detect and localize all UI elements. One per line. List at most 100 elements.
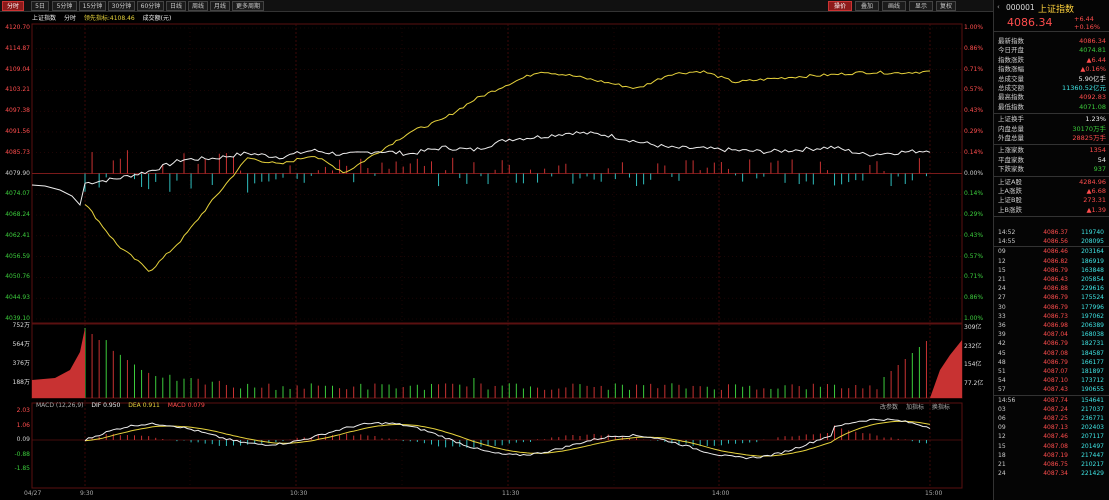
- stat-label: 上A涨跌: [998, 187, 1022, 195]
- axis-tick-label: -1.85: [14, 465, 30, 472]
- axis-tick-label: 0.71%: [964, 273, 984, 281]
- stat-row: 指数涨幅 ▲0.16%: [996, 65, 1108, 74]
- stat-label: 上证A股: [998, 177, 1022, 186]
- divider: [994, 216, 1109, 218]
- axis-tick-label: 1.06: [16, 421, 30, 429]
- time-label-930: 9:30: [80, 490, 94, 497]
- tick-price: 4086.73: [1043, 312, 1068, 320]
- axis-tick-label: 376万: [12, 360, 30, 367]
- tick-volume: 217037: [1081, 405, 1104, 413]
- tick-price: 4086.37: [1043, 229, 1068, 236]
- macd-buttons: 改参数 加指标 换指标: [880, 402, 950, 411]
- stat-label: 下跌家数: [998, 165, 1024, 174]
- tick-price: 4087.07: [1043, 368, 1068, 375]
- tick-price: 4086.88: [1043, 285, 1068, 293]
- tick-volume: 207117: [1081, 433, 1104, 441]
- stat-value: 4071.08: [1079, 102, 1106, 111]
- tick-row: 21 4086.43 205854: [994, 275, 1109, 284]
- tick-price: 4087.24: [1043, 405, 1068, 413]
- macd-info-bar: MACD (12,26,9) DIF 0.950 DEA 0.911 MACD …: [36, 402, 205, 409]
- axis-tick-label: 0.86%: [964, 44, 984, 52]
- axis-tick-label: 0.43%: [964, 231, 984, 239]
- tick-volume: 197062: [1081, 312, 1104, 320]
- stat-row: 上涨家数 1354: [996, 146, 1108, 155]
- tick-row: 15 4087.08 201497: [994, 442, 1109, 451]
- tick-price: 4087.10: [1043, 377, 1068, 385]
- axis-tick-label: 188万: [12, 379, 30, 386]
- tick-time: 12: [998, 433, 1006, 441]
- tick-volume: 173712: [1081, 377, 1104, 385]
- stat-row: 最新指数 4086.34: [996, 37, 1108, 46]
- leader-indicator-line: [84, 70, 931, 272]
- axis-tick-label: 0.71%: [964, 65, 984, 73]
- tick-row: 30 4086.79 177996: [994, 303, 1109, 312]
- tick-volume: 186919: [1081, 257, 1104, 265]
- axis-tick-label: -0.88: [14, 450, 30, 458]
- axis-tick-label: 4085.73: [5, 148, 30, 156]
- stat-label: 内盘总量: [998, 124, 1024, 133]
- tick-volume: 229616: [1081, 285, 1104, 293]
- quote-header: ‹ 000001 上证指数 4086.34 +6.44 +0.16%: [994, 0, 1109, 32]
- tick-price: 4087.08: [1043, 349, 1068, 357]
- tick-time: 33: [998, 312, 1006, 320]
- tick-time: 14:52: [998, 229, 1016, 236]
- axis-tick-label: 4091.56: [5, 127, 30, 135]
- macd-dif: DIF 0.950: [91, 402, 121, 409]
- stat-value: 4074.81: [1079, 46, 1106, 55]
- tick-time: 39: [998, 331, 1006, 339]
- stat-label: 总成交额: [998, 84, 1024, 92]
- macd-label: MACD (12,26,9): [36, 402, 84, 409]
- axis-tick-label: 4097.38: [5, 107, 30, 115]
- tick-time: 27: [998, 294, 1006, 302]
- add-indicator-button[interactable]: 加指标: [906, 404, 924, 411]
- tick-time: 09: [998, 424, 1006, 432]
- axis-tick-label: 1.00%: [964, 315, 984, 322]
- stat-row: 平盘家数 54: [996, 156, 1108, 165]
- axis-tick-label: 77.2亿: [964, 380, 984, 387]
- tick-time: 03: [998, 405, 1006, 413]
- axis-tick-label: 4120.70: [5, 24, 30, 31]
- axis-tick-label: 4068.24: [5, 211, 30, 219]
- change-params-button[interactable]: 改参数: [880, 404, 898, 411]
- tick-row: 12 4087.46 207117: [994, 432, 1109, 441]
- chart-canvas[interactable]: [0, 0, 993, 500]
- stat-row: 上证A股 4284.96: [996, 178, 1108, 187]
- axis-tick-label: 0.57%: [964, 252, 984, 260]
- tick-volume: 190655: [1081, 386, 1104, 394]
- axis-tick-label: 564万: [12, 341, 30, 348]
- axis-tick-label: 4103.21: [5, 86, 30, 94]
- tick-volume: 181897: [1081, 368, 1104, 375]
- closing-volume-area: [930, 340, 962, 398]
- time-label-1130: 11:30: [502, 490, 520, 497]
- tick-time: 51: [998, 368, 1006, 375]
- tick-row: 57 4087.43 190655: [994, 385, 1109, 394]
- index-title: 上证指数: [1038, 5, 1075, 15]
- dif-line: [84, 418, 931, 460]
- tick-volume: 221429: [1081, 470, 1104, 478]
- tick-row: 24 4086.88 229616: [994, 284, 1109, 293]
- tick-time: 14:55: [998, 238, 1016, 246]
- index-price-line: [84, 131, 931, 185]
- tick-price: 4087.13: [1043, 424, 1068, 432]
- axis-tick-label: 4109.04: [5, 65, 30, 73]
- tick-volume: 163848: [1081, 266, 1104, 274]
- tick-price: 4086.46: [1043, 248, 1068, 256]
- switch-indicator-button[interactable]: 换指标: [932, 404, 950, 411]
- tick-volume: 236771: [1081, 415, 1104, 422]
- chevron-left-icon[interactable]: ‹: [997, 3, 1000, 11]
- axis-tick-label: 0.00%: [964, 169, 984, 177]
- tick-time: 18: [998, 451, 1006, 459]
- time-label-date: 04/27: [24, 490, 42, 497]
- stat-row: 上证B股 273.31: [996, 196, 1108, 205]
- stat-label: 最高指数: [998, 93, 1024, 102]
- axis-tick-label: 4079.90: [5, 169, 30, 177]
- axis-tick-label: 1.00%: [964, 24, 984, 31]
- tick-volume: 154641: [1081, 396, 1104, 404]
- tick-volume: 119740: [1081, 229, 1104, 236]
- tick-time: 24: [998, 285, 1006, 293]
- stat-value: 5.90亿手: [1078, 74, 1106, 83]
- tick-price: 4087.74: [1043, 396, 1068, 404]
- stat-label: 今日开盘: [998, 46, 1024, 55]
- stat-label: 外盘总量: [998, 134, 1024, 142]
- axis-tick-label: 0.14%: [964, 190, 984, 198]
